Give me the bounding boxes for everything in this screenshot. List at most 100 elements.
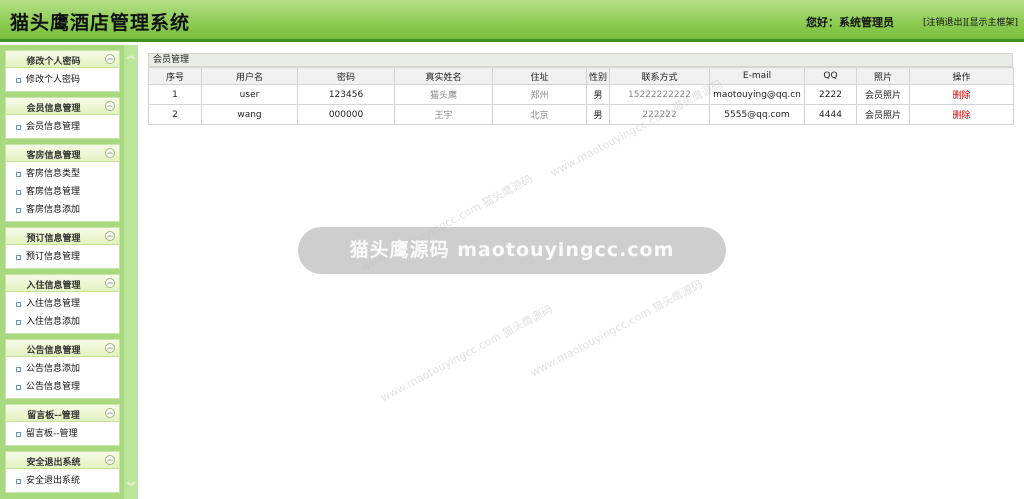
sidebar-item-label: 公告信息管理 <box>26 382 81 392</box>
column-header: 真实姓名 <box>394 67 493 85</box>
table-cell: 5555@qq.com <box>709 104 805 125</box>
sidebar: 修改个人密码 ︽ 修改个人密码 会员信息管理 ︽ 会员信息管理 客房信息管理 ︽ 客房信息类型客… <box>0 45 124 499</box>
bullet-icon <box>16 255 21 260</box>
sidebar-item[interactable]: 预订信息管理 <box>6 248 119 266</box>
sidebar-item[interactable]: 公告信息管理 <box>6 378 119 396</box>
chevron-down-icon[interactable]: ︾ <box>127 481 135 492</box>
sidebar-group-title: 预订信息管理 <box>26 234 81 244</box>
column-header: 操作 <box>909 67 1014 85</box>
sidebar-item[interactable]: 会员信息管理 <box>6 118 119 136</box>
bullet-icon <box>16 385 21 390</box>
sidebar-item[interactable]: 客房信息类型 <box>6 165 119 183</box>
sidebar-item-label: 入住信息管理 <box>26 299 81 309</box>
show-frame-link[interactable]: [显示主框架] <box>966 18 1018 28</box>
sidebar-item[interactable]: 修改个人密码 <box>6 71 119 89</box>
sidebar-group: 安全退出系统 ︽ 安全退出系统 <box>5 451 120 493</box>
table-cell: 郑州 <box>492 84 587 105</box>
table-cell: user <box>201 84 298 105</box>
sidebar-group-header[interactable]: 入住信息管理 ︽ <box>6 275 119 292</box>
table-header-row: 序号 用户名 密码 真实姓名 住址 性别 联系方式 E-mail QQ 照片 操作 <box>148 67 1014 85</box>
sidebar-group-header[interactable]: 安全退出系统 ︽ <box>6 452 119 469</box>
table-cell: 猫头鹰 <box>394 84 493 105</box>
sidebar-item-label: 客房信息添加 <box>26 205 81 215</box>
collapse-icon[interactable]: ︽ <box>105 231 115 241</box>
table-cell: 男 <box>586 84 610 105</box>
sidebar-group-title: 客房信息管理 <box>26 151 81 161</box>
collapse-icon[interactable]: ︽ <box>105 54 115 64</box>
sidebar-item-label: 留言板--管理 <box>26 429 78 439</box>
sidebar-item[interactable]: 客房信息添加 <box>6 201 119 219</box>
collapse-icon[interactable]: ︽ <box>105 408 115 418</box>
sidebar-item[interactable]: 公告信息添加 <box>6 360 119 378</box>
watermark-text: www.maotouyingcc.com 猫头鹰源码 <box>528 277 705 380</box>
delete-link[interactable]: 删除 <box>952 91 970 101</box>
table-cell: 会员照片 <box>856 84 910 105</box>
table-row: 2 wang 000000 王宇 北京男 222222 5555@qq.com 4444 会员照… <box>148 104 1014 125</box>
sidebar-group-items: 客房信息类型 客房信息管理 客房信息添加 <box>6 162 119 221</box>
sidebar-group-header[interactable]: 留言板--管理 ︽ <box>6 405 119 422</box>
column-header: QQ <box>804 67 857 85</box>
sidebar-group-header[interactable]: 公告信息管理 ︽ <box>6 340 119 357</box>
sidebar-item[interactable]: 入住信息管理 <box>6 295 119 313</box>
sidebar-item-label: 公告信息添加 <box>26 364 81 374</box>
sidebar-group-items: 入住信息管理 入住信息添加 <box>6 292 119 333</box>
sidebar-group-header[interactable]: 预订信息管理 ︽ <box>6 228 119 245</box>
member-panel: 会员管理 序号 用户名 密码 真实姓名 住址 性别 联系方式 E-mail QQ 照片 操作 1 us… <box>148 53 1014 131</box>
table-cell: 2 <box>148 104 202 125</box>
logout-link[interactable]: [注销退出] <box>923 18 966 28</box>
sidebar-group: 入住信息管理 ︽ 入住信息管理 入住信息添加 <box>5 274 120 334</box>
column-header: 住址 <box>492 67 587 85</box>
sidebar-group: 客房信息管理 ︽ 客房信息类型 客房信息管理 客房信息添加 <box>5 144 120 222</box>
delete-link[interactable]: 删除 <box>952 111 970 121</box>
sidebar-item-label: 客房信息类型 <box>26 169 81 179</box>
member-table: 序号 用户名 密码 真实姓名 住址 性别 联系方式 E-mail QQ 照片 操作 1 user 123… <box>148 67 1014 125</box>
sidebar-item[interactable]: 入住信息添加 <box>6 313 119 331</box>
sidebar-item-label: 会员信息管理 <box>26 122 81 132</box>
watermark-text: www.maotouyingcc.com 猫头鹰源码 <box>378 302 555 405</box>
column-header: 性别 <box>586 67 610 85</box>
chevron-up-icon[interactable]: ︽ <box>127 50 135 61</box>
sidebar-group-items: 公告信息添加 公告信息管理 <box>6 357 119 398</box>
sidebar-item[interactable]: 留言板--管理 <box>6 425 119 443</box>
sidebar-group: 修改个人密码 ︽ 修改个人密码 <box>5 50 120 92</box>
table-cell: 北京 <box>492 104 587 125</box>
sidebar-group-title: 入住信息管理 <box>26 281 81 291</box>
table-cell: 会员照片 <box>856 104 910 125</box>
sidebar-group-title: 公告信息管理 <box>26 346 81 356</box>
sidebar-splitter[interactable]: ︽ ︾ <box>124 45 138 499</box>
sidebar-item[interactable]: 客房信息管理 <box>6 183 119 201</box>
header-links: [注销退出][显示主框架] <box>923 15 1018 28</box>
bullet-icon <box>16 190 21 195</box>
sidebar-group: 公告信息管理 ︽ 公告信息添加 公告信息管理 <box>5 339 120 399</box>
bullet-icon <box>16 367 21 372</box>
collapse-icon[interactable]: ︽ <box>105 148 115 158</box>
sidebar-group-title: 留言板--管理 <box>27 411 80 421</box>
column-header: 照片 <box>856 67 910 85</box>
watermark-banner: 猫头鹰源码 maotouyingcc.com <box>298 227 726 274</box>
collapse-icon[interactable]: ︽ <box>105 343 115 353</box>
sidebar-group: 留言板--管理 ︽ 留言板--管理 <box>5 404 120 446</box>
collapse-icon[interactable]: ︽ <box>105 455 115 465</box>
sidebar-group-items: 会员信息管理 <box>6 115 119 138</box>
column-header: 序号 <box>148 67 202 85</box>
sidebar-item-label: 入住信息添加 <box>26 317 81 327</box>
table-row: 1 user 123456 猫头鹰 郑州男 15222222222 maotouying@q… <box>148 84 1014 105</box>
bullet-icon <box>16 208 21 213</box>
table-cell: 1 <box>148 84 202 105</box>
sidebar-group-header[interactable]: 修改个人密码 ︽ <box>6 51 119 68</box>
sidebar-group-title: 会员信息管理 <box>26 104 81 114</box>
table-cell: 123456 <box>297 84 395 105</box>
column-header: 密码 <box>297 67 395 85</box>
table-cell: 男 <box>586 104 610 125</box>
sidebar-item[interactable]: 安全退出系统 <box>6 472 119 490</box>
collapse-icon[interactable]: ︽ <box>105 278 115 288</box>
sidebar-group-header[interactable]: 会员信息管理 ︽ <box>6 98 119 115</box>
bullet-icon <box>16 78 21 83</box>
table-cell: 000000 <box>297 104 395 125</box>
table-cell: 删除 <box>909 104 1014 125</box>
collapse-icon[interactable]: ︽ <box>105 101 115 111</box>
sidebar-group: 预订信息管理 ︽ 预订信息管理 <box>5 227 120 269</box>
sidebar-item-label: 客房信息管理 <box>26 187 81 197</box>
sidebar-group-header[interactable]: 客房信息管理 ︽ <box>6 145 119 162</box>
table-cell: 4444 <box>804 104 857 125</box>
